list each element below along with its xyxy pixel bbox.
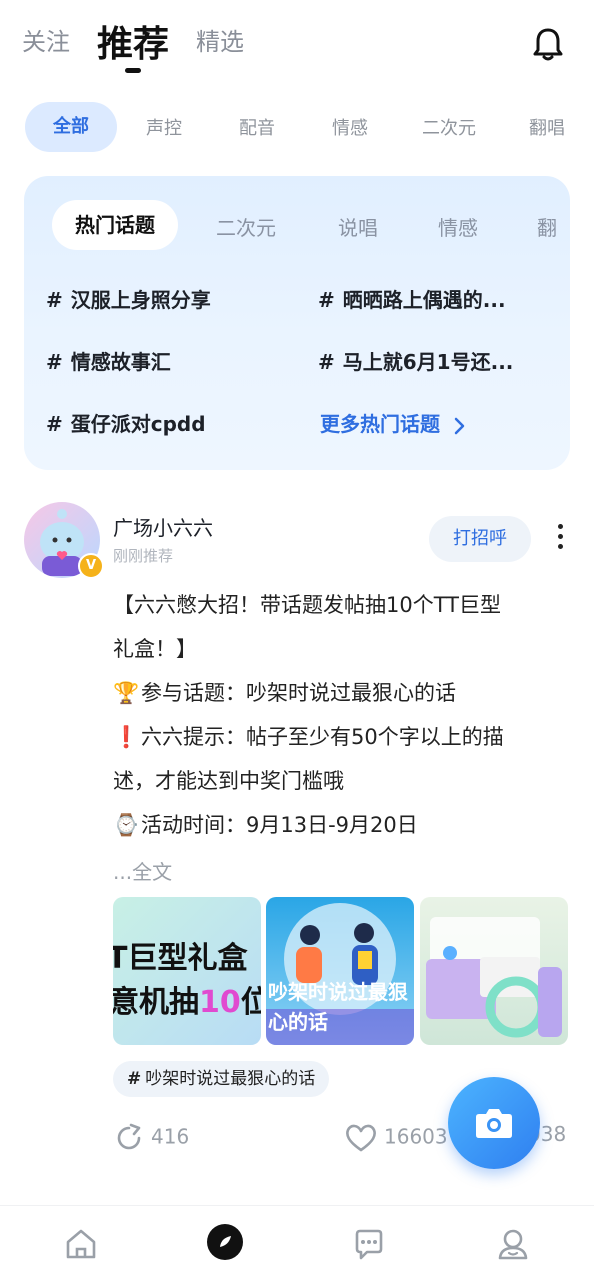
tab-label: 热门话题 <box>75 213 155 237</box>
topic-item[interactable]: # 情感故事汇 <box>46 346 171 375</box>
tab-rap[interactable]: 说唱 <box>338 212 378 241</box>
more-options-icon[interactable] <box>556 524 564 554</box>
camera-post-button[interactable] <box>448 1077 540 1169</box>
tab-selected[interactable]: 精选 <box>196 22 244 57</box>
more-topics-link[interactable]: 更多热门话题 <box>320 408 467 437</box>
share-button[interactable]: 416 <box>113 1122 189 1154</box>
topic-item[interactable]: # 马上就6月1号还... <box>318 346 513 375</box>
topic-tag-chip[interactable]: # 吵架时说过最狠心的话 <box>113 1061 330 1097</box>
chevron-right-icon <box>454 417 465 434</box>
hot-topics-card: 热门话题 二次元 说唱 情感 翻 # 汉服上身照分享 # 晒晒路上偶遇的... # 情… <box>24 176 570 470</box>
post-time: 刚刚推荐 <box>113 547 174 565</box>
camera-icon <box>476 1109 512 1138</box>
active-tab-indicator <box>125 68 141 73</box>
category-voice[interactable]: 声控 <box>146 114 182 140</box>
profile-icon[interactable] <box>495 1226 531 1262</box>
tab-follow[interactable]: 关注 <box>22 22 70 57</box>
category-emotion[interactable]: 情感 <box>332 114 368 140</box>
top-tab-bar: 关注 推荐 精选 <box>0 0 594 90</box>
share-count: 416 <box>151 1124 190 1149</box>
post-image[interactable]: 吵架时说过最狠心的话 <box>266 897 414 1045</box>
heart-icon <box>346 1124 376 1152</box>
post-body: 【六六憋大招！带话题发帖抽10个TT巨型 礼盒！】 🏆参与话题：吵架时说过最狠心… <box>113 583 563 847</box>
category-all-chip[interactable]: 全部 <box>25 102 117 152</box>
category-acg[interactable]: 二次元 <box>422 114 476 140</box>
discover-icon[interactable] <box>207 1224 243 1260</box>
tab-emotion[interactable]: 情感 <box>438 212 478 241</box>
post-line: ❗六六提示：帖子至少有50个字以上的描 <box>113 715 563 759</box>
post-line: 【六六憋大招！带话题发帖抽10个TT巨型 <box>113 593 502 617</box>
topic-item[interactable]: # 汉服上身照分享 <box>46 284 211 313</box>
post-image[interactable] <box>420 897 568 1045</box>
full-text-link[interactable]: ...全文 <box>113 856 172 885</box>
tab-recommend[interactable]: 推荐 <box>97 15 169 67</box>
like-button[interactable]: 16603 <box>344 1122 448 1154</box>
tab-acg[interactable]: 二次元 <box>216 212 276 241</box>
category-label: 全部 <box>53 116 89 137</box>
post-image[interactable]: T巨型礼盒 意机抽10位 <box>113 897 261 1045</box>
tab-hot-topics[interactable]: 热门话题 <box>52 200 178 250</box>
tab-cover[interactable]: 翻 <box>537 212 557 241</box>
topic-item[interactable]: # 蛋仔派对cpdd <box>46 408 206 437</box>
hash-icon: # <box>127 1069 142 1089</box>
post-images: T巨型礼盒 意机抽10位 吵架时说过最狠心的话 <box>113 897 568 1045</box>
bell-icon[interactable] <box>530 26 566 62</box>
post-line: 述，才能达到中奖门槛哦 <box>113 769 344 793</box>
share-icon <box>117 1123 141 1150</box>
like-count: 16603 <box>384 1124 448 1149</box>
category-cover[interactable]: 翻唱 <box>529 114 565 140</box>
image-caption: 吵架时说过最狠心的话 <box>268 980 408 1034</box>
chat-icon[interactable] <box>351 1226 387 1262</box>
post-line: ⌚活动时间：9月13日-9月20日 <box>113 803 563 847</box>
topic-item[interactable]: # 晒晒路上偶遇的... <box>318 284 506 313</box>
hot-topic-tabs: 热门话题 二次元 说唱 情感 翻 <box>24 198 570 250</box>
verified-badge-icon: V <box>78 553 104 579</box>
bottom-nav <box>0 1205 594 1281</box>
category-bar: 全部 声控 配音 情感 二次元 翻唱 <box>0 100 594 156</box>
post-line: 🏆参与话题：吵架时说过最狠心的话 <box>113 671 563 715</box>
category-dubbing[interactable]: 配音 <box>239 114 275 140</box>
post-line: 礼盒！】 <box>113 637 197 661</box>
watch-icon: ⌚ <box>113 813 140 837</box>
greet-button[interactable]: 打招呼 <box>429 516 531 562</box>
home-icon[interactable] <box>63 1226 99 1262</box>
exclamation-icon: ❗ <box>113 725 140 749</box>
author-name[interactable]: 广场小六六 <box>113 512 213 541</box>
trophy-icon: 🏆 <box>113 681 140 705</box>
